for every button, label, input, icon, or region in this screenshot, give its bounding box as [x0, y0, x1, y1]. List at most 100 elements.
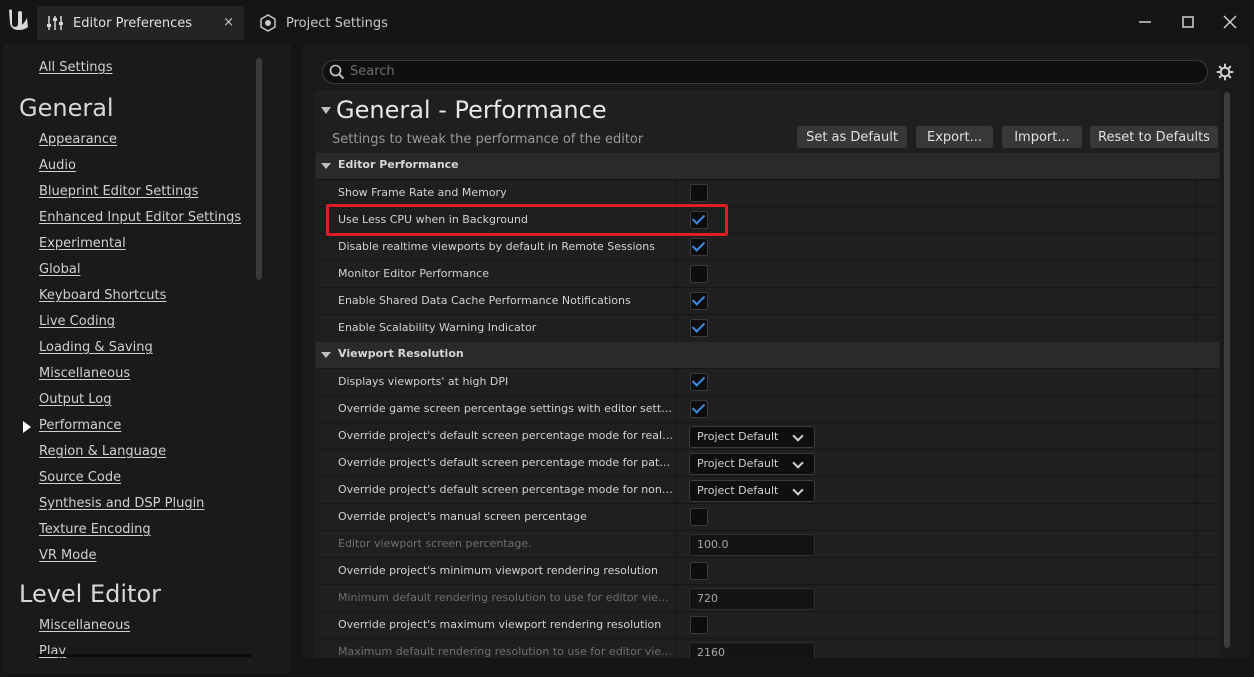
section-collapse-icon[interactable] [321, 107, 331, 114]
unreal-engine-logo-icon[interactable] [6, 6, 32, 32]
settings-sliders-icon [47, 16, 63, 30]
setting-name: Override project's default screen percen… [338, 483, 674, 496]
setting-name: Override project's default screen percen… [338, 456, 674, 469]
tab-editor-preferences[interactable]: Editor Preferences × [37, 6, 244, 40]
sidebar-item-audio[interactable]: Audio [39, 158, 76, 173]
setting-row: Displays viewports' at high DPI [316, 368, 1219, 395]
setting-row: Enable Scalability Warning Indicator [316, 314, 1219, 341]
setting-name: Override project's maximum viewport rend… [338, 618, 662, 631]
sidebar-item-loading-saving[interactable]: Loading & Saving [39, 340, 153, 355]
override-max-resolution-checkbox[interactable] [690, 616, 708, 634]
setting-row: Override game screen percentage settings… [316, 395, 1219, 422]
tab-project-settings[interactable]: Project Settings [250, 6, 420, 40]
project-settings-icon [260, 14, 276, 32]
sidebar-item-experimental[interactable]: Experimental [39, 236, 126, 251]
setting-row: Override project's maximum viewport rend… [316, 611, 1219, 638]
sidebar-item-performance[interactable]: Performance [39, 418, 121, 433]
setting-name: Monitor Editor Performance [338, 267, 490, 280]
maximize-icon[interactable] [1176, 10, 1200, 34]
override-manual-screen-percentage-checkbox[interactable] [690, 508, 708, 526]
setting-name: Override project's minimum viewport rend… [338, 564, 658, 577]
minimize-icon[interactable] [1133, 10, 1157, 34]
sidebar-scrollbar[interactable] [256, 58, 262, 280]
chevron-down-icon [792, 457, 804, 469]
override-min-resolution-checkbox[interactable] [690, 562, 708, 580]
setting-name: Displays viewports' at high DPI [338, 375, 509, 388]
realtime-screen-percentage-mode-dropdown[interactable]: Project Default [689, 426, 815, 448]
sidebar-heading-level-editor: Level Editor [19, 580, 162, 608]
search-icon [329, 64, 345, 80]
setting-row: Enable Shared Data Cache Performance Not… [316, 287, 1219, 314]
setting-row: Override project's default screen percen… [316, 449, 1219, 476]
sidebar-item-synthesis-dsp-plugin[interactable]: Synthesis and DSP Plugin [39, 496, 204, 511]
setting-name: Enable Shared Data Cache Performance Not… [338, 294, 631, 307]
override-game-screen-percentage-checkbox[interactable] [690, 400, 708, 418]
sidebar-heading-general: General [19, 94, 114, 122]
title-bar: Editor Preferences × Project Settings [0, 0, 1254, 44]
sidebar-item-texture-encoding[interactable]: Texture Encoding [39, 522, 151, 537]
max-resolution-input[interactable]: 2160 [689, 642, 815, 658]
sidebar-item-keyboard-shortcuts[interactable]: Keyboard Shortcuts [39, 288, 166, 303]
tab-label: Project Settings [286, 15, 388, 31]
sidebar-horizontal-scrollbar[interactable] [36, 654, 252, 657]
setting-name: Editor viewport screen percentage. [338, 537, 532, 550]
close-tab-icon[interactable]: × [223, 15, 234, 30]
setting-row: Override project's manual screen percent… [316, 503, 1219, 530]
category-label: Viewport Resolution [338, 347, 464, 360]
setting-name: Minimum default rendering resolution to … [338, 591, 674, 604]
setting-name: Override project's default screen percen… [338, 429, 674, 442]
category-collapse-icon[interactable] [321, 352, 331, 358]
path-traced-screen-percentage-mode-dropdown[interactable]: Project Default [689, 453, 815, 475]
screen-percentage-input[interactable]: 100.0 [689, 534, 815, 556]
sidebar-item-miscellaneous[interactable]: Miscellaneous [39, 366, 130, 381]
setting-row: Editor viewport screen percentage. 100.0 [316, 530, 1219, 557]
sidebar-item-vr-mode[interactable]: VR Mode [39, 548, 96, 563]
sidebar-item-level-miscellaneous[interactable]: Miscellaneous [39, 618, 130, 633]
category-collapse-icon[interactable] [321, 163, 331, 169]
setting-row: Disable realtime viewports by default in… [316, 233, 1219, 260]
category-label: Editor Performance [338, 158, 459, 171]
setting-name: Disable realtime viewports by default in… [338, 240, 655, 253]
min-resolution-input[interactable]: 720 [689, 588, 815, 610]
section-description: Settings to tweak the performance of the… [332, 132, 644, 147]
setting-row: Override project's default screen percen… [316, 422, 1219, 449]
sidebar-item-output-log[interactable]: Output Log [39, 392, 112, 407]
close-window-icon[interactable] [1218, 10, 1242, 34]
setting-row: Minimum default rendering resolution to … [316, 584, 1219, 611]
sidebar-item-source-code[interactable]: Source Code [39, 470, 121, 485]
dropdown-value: Project Default [697, 430, 779, 443]
input-value: 100.0 [697, 538, 729, 551]
export-button[interactable]: Export... [916, 126, 993, 148]
sidebar-item-global[interactable]: Global [39, 262, 80, 277]
details-scrollbar[interactable] [1224, 92, 1230, 648]
high-dpi-viewports-checkbox[interactable] [690, 373, 708, 391]
scalability-warning-checkbox[interactable] [690, 319, 708, 337]
gear-icon[interactable] [1216, 63, 1234, 81]
monitor-editor-performance-checkbox[interactable] [690, 265, 708, 283]
disable-realtime-viewports-checkbox[interactable] [690, 238, 708, 256]
chevron-down-icon [792, 484, 804, 496]
input-value: 720 [697, 592, 718, 605]
category-editor-performance[interactable]: Editor Performance [316, 153, 1219, 179]
set-as-default-button[interactable]: Set as Default [797, 126, 907, 148]
show-frame-rate-checkbox[interactable] [690, 184, 708, 202]
category-viewport-resolution[interactable]: Viewport Resolution [316, 342, 1219, 368]
sidebar-item-live-coding[interactable]: Live Coding [39, 314, 115, 329]
setting-row: Override project's default screen percen… [316, 476, 1219, 503]
all-settings-link[interactable]: All Settings [39, 60, 113, 75]
sidebar-item-blueprint-editor-settings[interactable]: Blueprint Editor Settings [39, 184, 198, 199]
setting-name: Enable Scalability Warning Indicator [338, 321, 537, 334]
setting-row: Monitor Editor Performance [316, 260, 1219, 287]
shared-data-cache-notifications-checkbox[interactable] [690, 292, 708, 310]
sidebar-item-enhanced-input-editor-settings[interactable]: Enhanced Input Editor Settings [39, 210, 241, 225]
import-button[interactable]: Import... [1002, 126, 1082, 148]
search-input[interactable]: Search [322, 60, 1208, 84]
dropdown-value: Project Default [697, 484, 779, 497]
chevron-down-icon [792, 430, 804, 442]
sidebar-item-appearance[interactable]: Appearance [39, 132, 117, 147]
setting-name: Maximum default rendering resolution to … [338, 645, 674, 658]
non-realtime-screen-percentage-mode-dropdown[interactable]: Project Default [689, 480, 815, 502]
sidebar-item-region-language[interactable]: Region & Language [39, 444, 166, 459]
reset-to-defaults-button[interactable]: Reset to Defaults [1090, 126, 1218, 148]
dropdown-value: Project Default [697, 457, 779, 470]
